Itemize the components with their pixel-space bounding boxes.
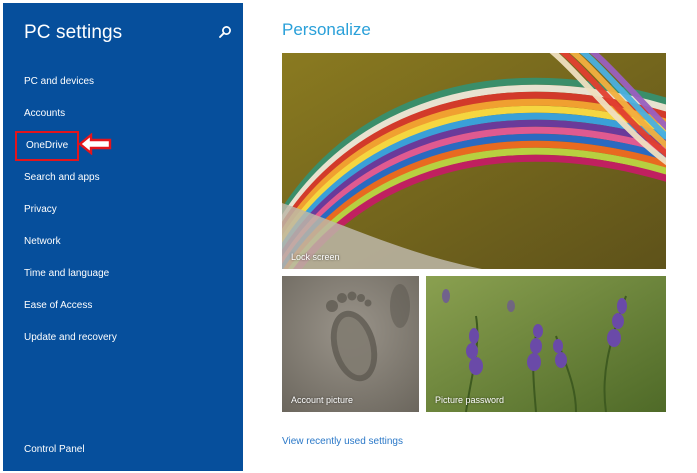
account-picture-image (282, 276, 419, 412)
sidebar-item-ease-of-access[interactable]: Ease of Access (24, 295, 92, 317)
lock-screen-label: Lock screen (291, 252, 340, 262)
red-arrow-icon (78, 133, 112, 155)
pc-settings-window: PC settings PC and devices Accounts OneD… (0, 0, 697, 473)
sidebar-item-onedrive[interactable]: OneDrive (15, 131, 80, 161)
sidebar: PC settings PC and devices Accounts OneD… (3, 3, 243, 471)
sidebar-item-update-and-recovery[interactable]: Update and recovery (24, 327, 117, 349)
lock-screen-tile[interactable]: Lock screen (282, 53, 666, 269)
sidebar-item-accounts[interactable]: Accounts (24, 103, 65, 125)
control-panel-link[interactable]: Control Panel (24, 444, 85, 455)
section-title: Personalize (282, 20, 371, 39)
account-picture-label: Account picture (291, 395, 354, 405)
sidebar-item-pc-and-devices[interactable]: PC and devices (24, 71, 94, 93)
sidebar-item-network[interactable]: Network (24, 231, 61, 253)
sidebar-item-privacy[interactable]: Privacy (24, 199, 57, 221)
view-recent-settings-link[interactable]: View recently used settings (282, 436, 403, 447)
lock-screen-image (282, 53, 666, 269)
search-button[interactable] (217, 24, 233, 40)
picture-password-image (426, 276, 666, 412)
sidebar-item-search-and-apps[interactable]: Search and apps (24, 167, 100, 189)
account-picture-tile[interactable]: Account picture (282, 276, 419, 412)
picture-password-tile[interactable]: Picture password (426, 276, 666, 412)
search-icon (219, 26, 231, 38)
sidebar-item-time-and-language[interactable]: Time and language (24, 263, 109, 285)
picture-password-label: Picture password (435, 395, 505, 405)
page-title: PC settings (24, 22, 123, 43)
